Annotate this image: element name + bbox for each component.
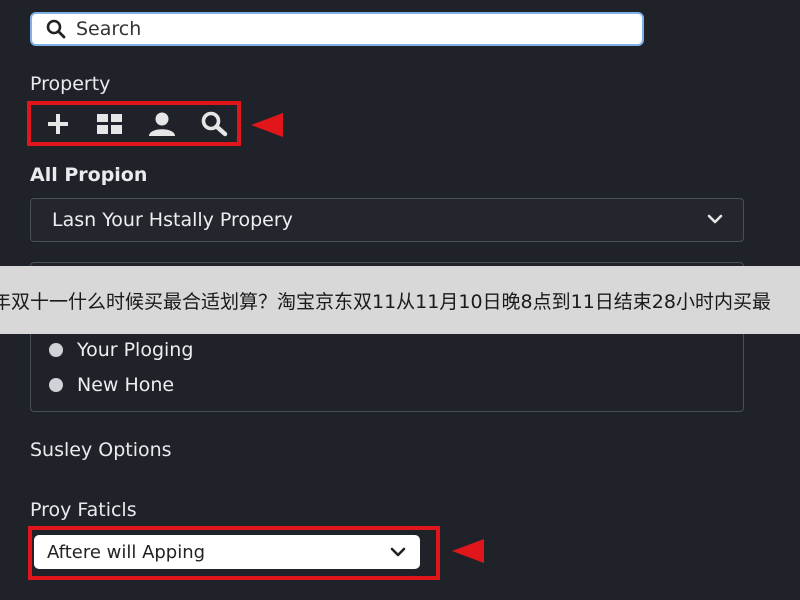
- all-propion-heading: All Propion: [30, 164, 148, 186]
- chevron-down-icon: [390, 547, 406, 557]
- user-icon[interactable]: [147, 109, 177, 139]
- proy-faticls-select-value: Aftere will Apping: [47, 541, 206, 563]
- search-bar[interactable]: [30, 12, 644, 46]
- red-arrow-icon: [452, 539, 484, 563]
- radio-dot[interactable]: [49, 378, 63, 392]
- caption-banner-text: 年双十一什么时候买最合适划算？淘宝京东双11从11月10日晚8点到11日结束28…: [0, 291, 771, 313]
- proy-faticls-heading: Proy Faticls: [30, 499, 137, 521]
- caption-banner: 年双十一什么时候买最合适划算？淘宝京东双11从11月10日晚8点到11日结束28…: [0, 266, 800, 334]
- search-icon: [46, 19, 66, 39]
- radio-dot[interactable]: [49, 343, 63, 357]
- property-toolbar: [27, 101, 241, 146]
- radio-option-new-hone[interactable]: New Hone: [49, 374, 174, 396]
- chevron-down-icon: [707, 214, 723, 224]
- search-input[interactable]: [76, 18, 596, 40]
- property-select[interactable]: Lasn Your Hstally Propery: [30, 198, 744, 242]
- susley-options-heading: Susley Options: [30, 439, 172, 461]
- red-arrow-icon: [251, 113, 283, 137]
- proy-faticls-select[interactable]: Aftere will Apping: [34, 535, 420, 569]
- grid-icon[interactable]: [95, 109, 125, 139]
- radio-label: Your Ploging: [77, 339, 194, 361]
- property-select-value: Lasn Your Hstally Propery: [52, 209, 293, 231]
- radio-label: New Hone: [77, 374, 175, 396]
- search-icon[interactable]: [199, 109, 229, 139]
- plus-icon[interactable]: [43, 109, 73, 139]
- radio-option-your-ploging[interactable]: Your Ploging: [49, 339, 193, 361]
- property-heading: Property: [30, 73, 111, 95]
